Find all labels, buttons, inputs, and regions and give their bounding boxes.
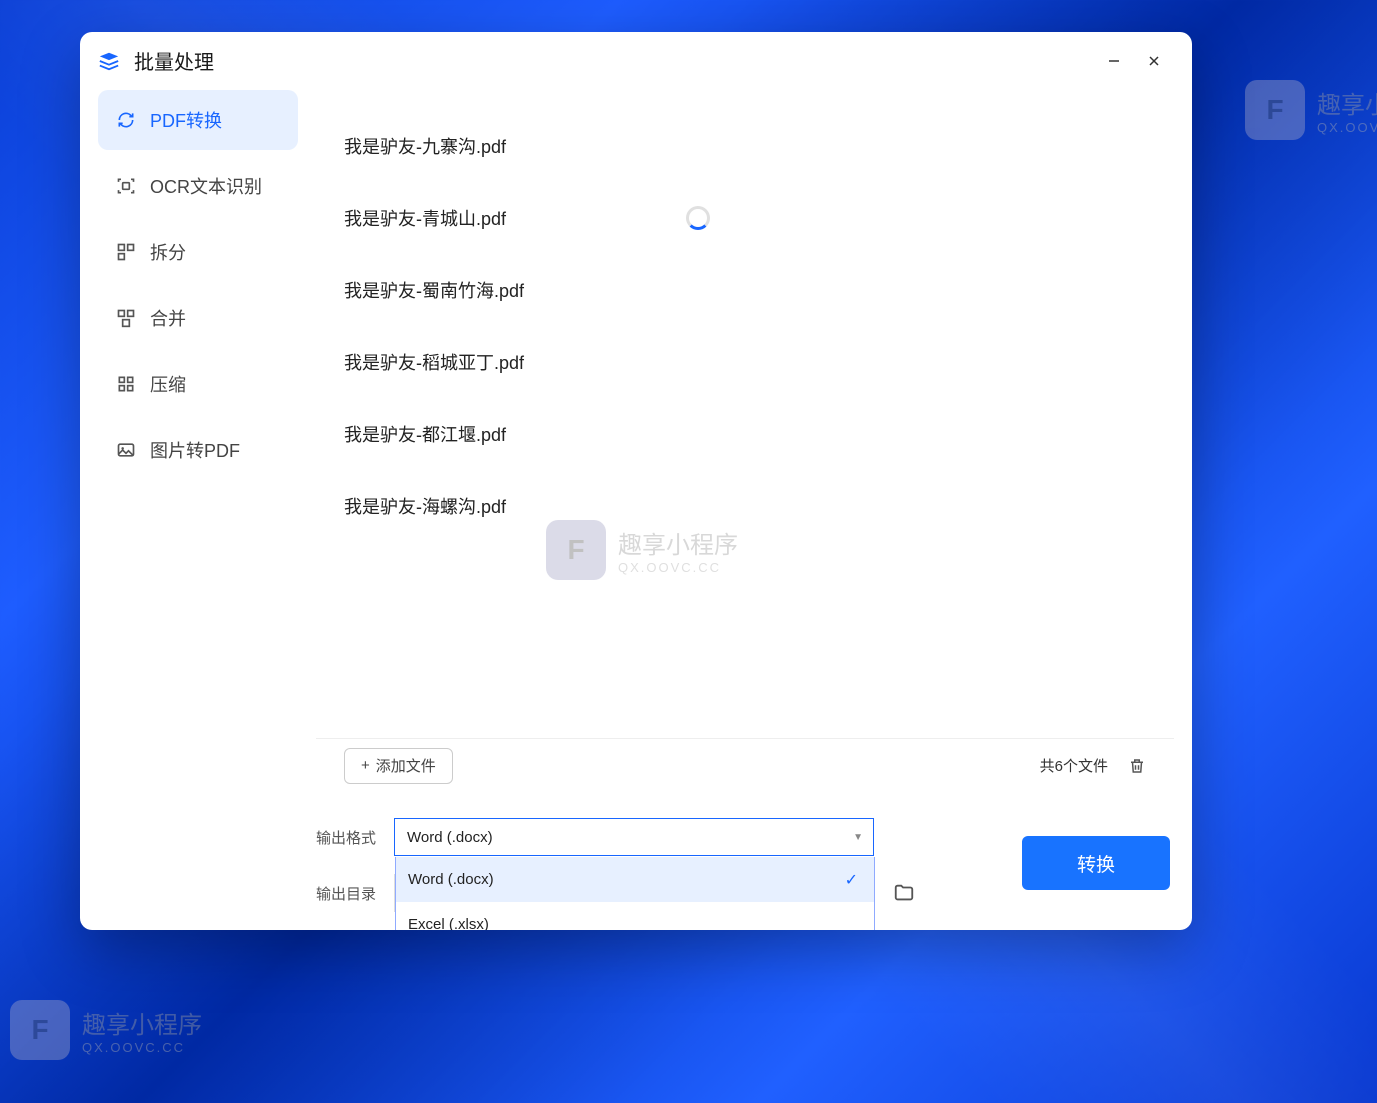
format-label: 输出格式 [316,827,378,848]
plus-icon: + [361,757,370,774]
window-title: 批量处理 [134,46,214,75]
file-row[interactable]: 我是驴友-海螺沟.pdf [344,470,1146,542]
file-panel: 我是驴友-九寨沟.pdf 我是驴友-青城山.pdf 我是驴友-蜀南竹海.pdf … [316,90,1174,792]
file-name: 我是驴友-蜀南竹海.pdf [344,277,524,303]
output-dir-label: 输出目录 [316,883,378,904]
app-window: 批量处理 PDF转换 OCR文本识别 [80,32,1192,930]
format-option[interactable]: Word (.docx) [396,857,874,902]
image-icon [116,440,136,460]
format-selected-value: Word (.docx) [407,829,493,846]
refresh-icon [116,110,136,130]
browse-folder-button[interactable] [890,879,918,907]
sidebar-item-label: PDF转换 [150,107,222,133]
main-panel: 我是驴友-九寨沟.pdf 我是驴友-青城山.pdf 我是驴友-蜀南竹海.pdf … [316,90,1174,912]
loading-spinner-icon [686,206,710,230]
sidebar-item-split[interactable]: 拆分 [98,222,298,282]
minimize-button[interactable] [1094,41,1134,81]
file-list: 我是驴友-九寨沟.pdf 我是驴友-青城山.pdf 我是驴友-蜀南竹海.pdf … [316,90,1174,738]
convert-button[interactable]: 转换 [1022,836,1170,890]
file-list-footer: + 添加文件 共6个文件 [316,738,1174,792]
sidebar-item-merge[interactable]: 合并 [98,288,298,348]
file-name: 我是驴友-稻城亚丁.pdf [344,349,524,375]
add-file-button[interactable]: + 添加文件 [344,748,453,784]
sidebar: PDF转换 OCR文本识别 拆分 合并 [98,90,298,912]
file-row[interactable]: 我是驴友-蜀南竹海.pdf [344,254,1146,326]
sidebar-item-pdf-convert[interactable]: PDF转换 [98,90,298,150]
ocr-icon [116,176,136,196]
file-row[interactable]: 我是驴友-青城山.pdf [344,182,1146,254]
file-name: 我是驴友-青城山.pdf [344,205,506,231]
sidebar-item-compress[interactable]: 压缩 [98,354,298,414]
close-button[interactable] [1134,41,1174,81]
format-dropdown: Word (.docx) Excel (.xlsx) PPT (.pptx) 纯… [395,857,875,930]
file-name: 我是驴友-海螺沟.pdf [344,493,506,519]
sidebar-item-label: 压缩 [150,371,186,397]
sidebar-item-label: 合并 [150,305,186,331]
sidebar-item-label: OCR文本识别 [150,173,262,199]
file-row[interactable]: 我是驴友-稻城亚丁.pdf [344,326,1146,398]
merge-icon [116,308,136,328]
output-settings: 输出格式 Word (.docx) ▼ Word (.docx) Excel (… [316,818,1174,912]
app-icon [98,50,120,72]
titlebar: 批量处理 [80,32,1192,90]
caret-down-icon: ▼ [853,832,863,843]
sidebar-item-ocr[interactable]: OCR文本识别 [98,156,298,216]
sidebar-item-label: 拆分 [150,239,186,265]
file-row[interactable]: 我是驴友-九寨沟.pdf [344,110,1146,182]
sidebar-item-image-to-pdf[interactable]: 图片转PDF [98,420,298,480]
sidebar-item-label: 图片转PDF [150,437,240,463]
trash-icon[interactable] [1128,757,1146,775]
file-row[interactable]: 我是驴友-都江堰.pdf [344,398,1146,470]
file-name: 我是驴友-都江堰.pdf [344,421,506,447]
format-option[interactable]: Excel (.xlsx) [396,902,874,930]
split-icon [116,242,136,262]
file-count: 共6个文件 [1040,755,1108,776]
compress-icon [116,374,136,394]
file-name: 我是驴友-九寨沟.pdf [344,133,506,159]
add-file-label: 添加文件 [376,755,436,776]
format-select[interactable]: Word (.docx) ▼ Word (.docx) Excel (.xlsx… [394,818,874,856]
